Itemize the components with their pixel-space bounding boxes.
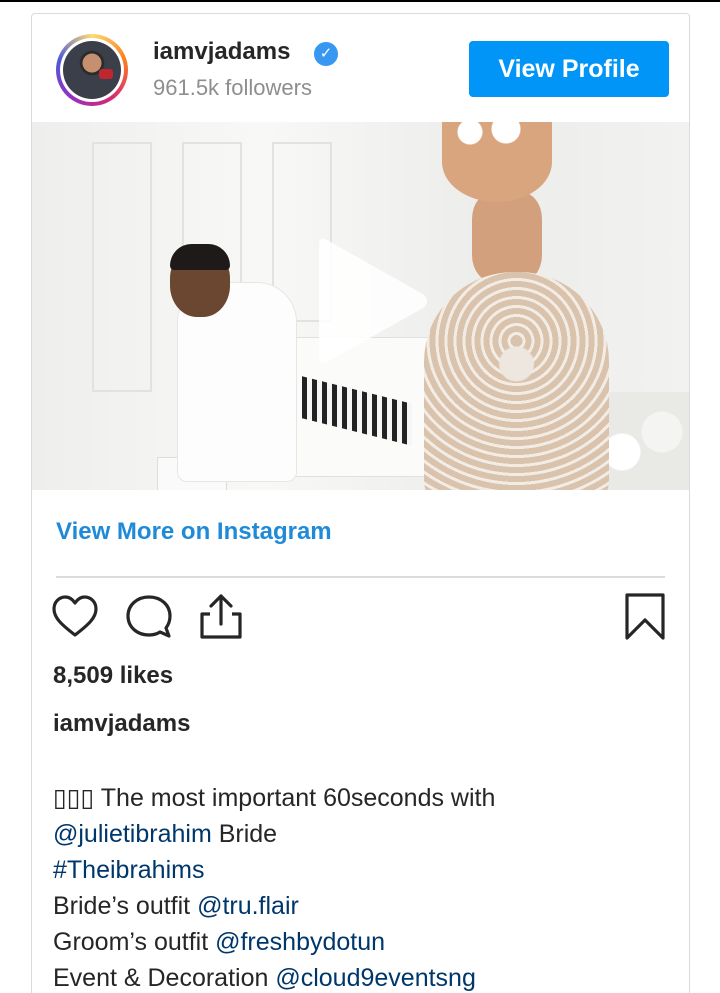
mention-link[interactable]: @tru.flair [197,892,299,920]
mention-link[interactable]: @freshbydotun [215,928,385,956]
view-profile-button[interactable]: View Profile [469,41,669,97]
wall-panel [92,142,152,392]
caption-line: @julietibrahim Bride [53,816,673,852]
divider [56,576,665,578]
bride-neck [472,192,542,282]
post-author[interactable]: iamvjadams [53,710,190,738]
likes-count: 8,509 likes [53,662,174,689]
post-caption: ▯▯▯ The most important 60seconds with @j… [53,780,673,993]
avatar-frame [60,38,124,102]
top-rule [0,0,720,2]
caption-text: Groom’s outfit [53,928,216,956]
share-icon[interactable] [196,592,246,642]
heart-icon[interactable] [50,592,100,642]
avatar-image [63,41,121,99]
mention-link[interactable]: @cloud9eventsng [275,964,476,992]
bride-dress [424,272,609,490]
post-header: iamvjadams ✓ 961.5k followers View Profi… [32,14,689,122]
play-icon[interactable] [305,236,433,366]
groom-hair [170,244,230,270]
followers-count: 961.5k followers [153,75,312,100]
caption-text: Bride [211,820,278,848]
caption-text: ▯▯▯ The most important 60seconds with [53,784,496,812]
view-more-link[interactable]: View More on Instagram [56,518,332,546]
caption-line: Groom’s outfit @freshbydotun [53,924,673,960]
caption-text: Event & Decoration [53,964,276,992]
verified-badge-icon: ✓ [314,42,338,66]
hashtag-link[interactable]: #Theibrahims [53,856,204,884]
comment-icon[interactable] [124,592,174,642]
caption-line: Bride’s outfit @tru.flair [53,888,673,924]
instagram-embed-card: iamvjadams ✓ 961.5k followers View Profi… [31,13,690,993]
username[interactable]: iamvjadams [153,38,290,66]
hair-flowers [452,122,542,147]
mention-link[interactable]: @julietibrahim [53,820,212,848]
bookmark-icon[interactable] [620,592,670,642]
avatar[interactable] [56,34,128,106]
caption-line: ▯▯▯ The most important 60seconds with [53,780,673,816]
post-video[interactable] [32,122,689,490]
action-bar [32,592,689,646]
caption-line: Event & Decoration @cloud9eventsng [53,960,673,993]
caption-line: #Theibrahims [53,852,673,888]
caption-text: Bride’s outfit [53,892,198,920]
